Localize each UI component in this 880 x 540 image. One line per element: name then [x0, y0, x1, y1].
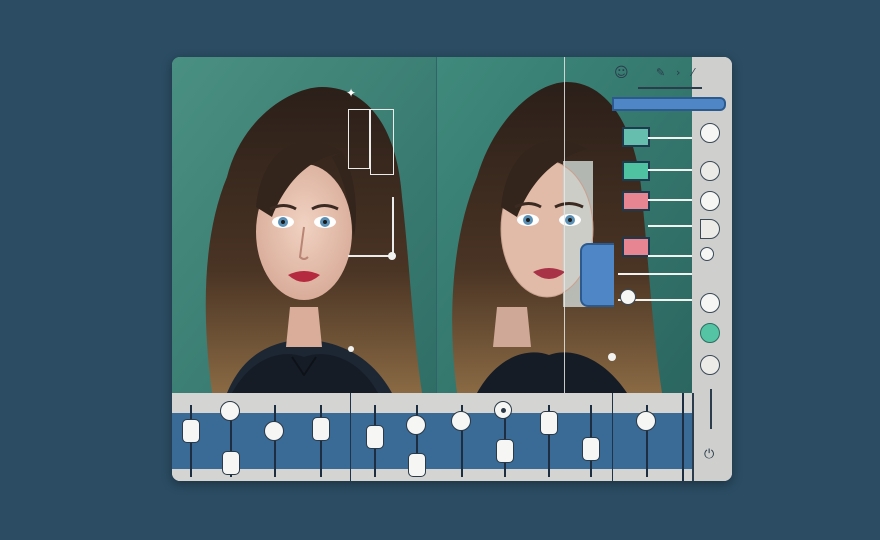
rail-tick [648, 169, 692, 171]
swatch-pink-2[interactable] [622, 237, 650, 257]
slider-panel [172, 393, 692, 481]
swatch-green[interactable] [622, 127, 650, 147]
slider-track[interactable] [274, 405, 276, 477]
slider-thumb[interactable] [182, 419, 200, 443]
slider-track[interactable] [320, 405, 322, 477]
swatch-teal[interactable] [622, 161, 650, 181]
rail-knob[interactable] [700, 355, 720, 375]
crop-guide-box[interactable] [348, 109, 370, 169]
slider-thumb[interactable] [366, 425, 384, 449]
chevron-right-icon[interactable]: › [676, 67, 680, 79]
slider-thumb[interactable] [540, 411, 558, 435]
rail-scroll-track[interactable] [710, 389, 712, 429]
guide-vertical [392, 197, 394, 257]
original-portrait [172, 57, 436, 393]
rail-knob[interactable] [700, 161, 720, 181]
photo-editor-window: ✦ ☺ ✎ › ⁄ ⏻ [172, 57, 732, 481]
slider-knob[interactable] [406, 415, 426, 435]
rail-tick [648, 225, 692, 227]
guide-handle[interactable] [388, 252, 396, 260]
slash-icon[interactable]: ⁄ [692, 67, 694, 79]
slider-knob[interactable] [264, 421, 284, 441]
accent-bracket[interactable] [580, 243, 614, 307]
rail-edge [692, 393, 694, 481]
slider-strip [172, 413, 692, 469]
rail-line [638, 87, 702, 89]
slider-target-knob[interactable] [494, 401, 512, 419]
pencil-icon[interactable]: ✎ [656, 67, 665, 79]
rail-tick [648, 255, 692, 257]
user-icon[interactable]: ☺ [614, 66, 629, 80]
accent-bar-top[interactable] [612, 97, 726, 111]
slider-knob[interactable] [220, 401, 240, 421]
slider-group-separator [350, 393, 351, 481]
slider-knob[interactable] [636, 411, 656, 431]
rail-tick [648, 137, 692, 139]
slider-knob[interactable] [451, 411, 471, 431]
rail-knob[interactable] [620, 289, 636, 305]
slider-thumb[interactable] [222, 451, 240, 475]
crop-guide-box-2[interactable] [370, 109, 394, 175]
rail-knob[interactable] [700, 247, 714, 261]
slider-thumb[interactable] [582, 437, 600, 461]
rail-tick [648, 199, 692, 201]
guide-horizontal [348, 255, 392, 257]
rail-knob[interactable] [700, 191, 720, 211]
rail-knob[interactable] [700, 293, 720, 313]
marker-dot[interactable] [348, 346, 354, 352]
slider-track[interactable] [682, 393, 684, 481]
slider-thumb[interactable] [312, 417, 330, 441]
sparkle-icon: ✦ [346, 86, 357, 100]
slider-group-separator [612, 393, 613, 481]
tool-rail-column [692, 57, 732, 481]
slider-thumb[interactable] [496, 439, 514, 463]
slider-thumb[interactable] [408, 453, 426, 477]
power-icon[interactable]: ⏻ [704, 448, 714, 461]
compare-split-line[interactable] [564, 57, 565, 393]
rail-knob[interactable] [700, 123, 720, 143]
original-photo-panel[interactable] [172, 57, 436, 393]
rail-knob[interactable] [700, 219, 720, 239]
rail-knob-active[interactable] [700, 323, 720, 343]
rail-tick [618, 273, 692, 275]
swatch-pink[interactable] [622, 191, 650, 211]
